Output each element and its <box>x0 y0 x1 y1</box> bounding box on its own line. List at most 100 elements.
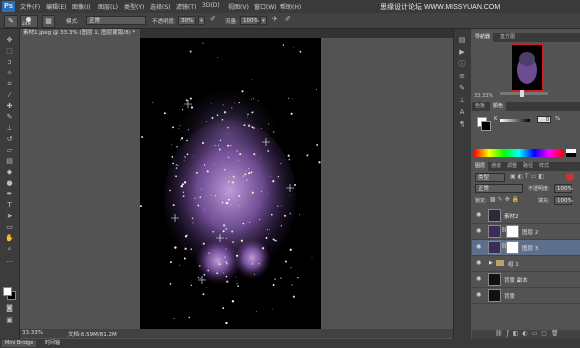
tab-layers[interactable]: 图层 <box>472 162 489 171</box>
layer-mask-thumbnail[interactable] <box>506 241 519 254</box>
tab-color[interactable]: 颜色 <box>490 102 507 111</box>
more-tools-icon[interactable]: … <box>4 256 15 265</box>
navigator-preview[interactable] <box>511 44 543 91</box>
opacity-dropdown-icon[interactable]: ▾ <box>198 16 205 25</box>
lock-icons[interactable]: ▩✎✥🔒 <box>490 196 521 203</box>
navigator-slider-handle[interactable] <box>520 90 524 97</box>
tab-channels[interactable]: 通道 <box>488 162 504 171</box>
info-panel-icon[interactable]: ⓘ <box>457 60 467 68</box>
layer-visibility-eye-icon[interactable]: ◉ <box>476 260 482 266</box>
flow-input[interactable]: 100% <box>240 16 259 25</box>
healing-brush-tool-icon[interactable]: ✚ <box>4 102 15 111</box>
zoom-tool-icon[interactable]: ⌕ <box>4 245 15 254</box>
gradient-tool-icon[interactable]: ▤ <box>4 157 15 166</box>
blur-tool-icon[interactable]: ◆ <box>4 168 15 177</box>
filter-toggle-icon[interactable] <box>566 173 574 181</box>
menu-item-7[interactable]: 3D(D) <box>202 2 220 9</box>
hand-tool-icon[interactable]: ✋ <box>4 234 15 243</box>
menu-item-9[interactable]: 窗口(W) <box>254 2 277 11</box>
document-tab[interactable]: 素材1.jpeg @ 33.3% (图层 1, 图层蒙版/8) * <box>20 29 140 38</box>
tab-paths[interactable]: 路径 <box>520 162 536 171</box>
color-k-input[interactable]: 0 <box>537 116 551 123</box>
lasso-tool-icon[interactable]: ↄ <box>4 58 15 67</box>
layer-thumbnail[interactable] <box>488 241 501 254</box>
layer-blend-mode-select[interactable]: 正常 <box>475 184 523 193</box>
layer-opacity-input[interactable]: 100% <box>554 184 573 193</box>
black-ramp-swatch[interactable] <box>566 153 576 157</box>
timeline-tab[interactable]: 时间轴 <box>42 340 63 347</box>
layer-mask-thumbnail[interactable] <box>506 225 519 238</box>
tab-styles[interactable]: 样式 <box>536 162 552 171</box>
quick-select-tool-icon[interactable]: ✧ <box>4 69 15 78</box>
document-size-info[interactable]: 文档:6.59M/81.2M <box>68 330 117 338</box>
group-expand-arrow-icon[interactable]: ▶ <box>489 260 493 266</box>
screen-mode-icon[interactable]: ▣ <box>4 316 15 325</box>
menu-item-0[interactable]: 文件(F) <box>20 2 40 11</box>
navigator-zoom[interactable]: 33.33% <box>474 93 493 99</box>
pressure-size-icon[interactable]: ✐ <box>285 15 293 25</box>
menu-item-2[interactable]: 图像(I) <box>72 2 90 11</box>
flow-dropdown-icon[interactable]: ▾ <box>260 16 267 25</box>
brush-tool-icon[interactable]: ✎ <box>4 113 15 122</box>
actions-panel-icon[interactable]: ▶ <box>457 48 467 56</box>
brush-panel-icon[interactable]: ✎ <box>457 84 467 92</box>
menu-item-6[interactable]: 滤镜(T) <box>176 2 196 11</box>
menu-item-8[interactable]: 视图(V) <box>228 2 249 11</box>
type-tool-icon[interactable]: T <box>4 201 15 210</box>
mini-bridge-tab[interactable]: Mini Bridge <box>2 340 37 347</box>
color-background-swatch[interactable] <box>481 121 491 131</box>
history-panel-icon[interactable]: ▤ <box>457 36 467 44</box>
airbrush-icon[interactable]: ✈ <box>272 15 280 25</box>
shape-tool-icon[interactable]: ▭ <box>4 223 15 232</box>
pen-tool-icon[interactable]: ✒ <box>4 190 15 199</box>
layer-fill-input[interactable]: 100% <box>554 196 573 205</box>
layer-visibility-eye-icon[interactable]: ◉ <box>476 244 482 250</box>
mode-select[interactable]: 正常 <box>86 16 146 25</box>
layer-filter-select[interactable]: 类型 <box>475 173 505 182</box>
navigator-zoom-slider[interactable] <box>500 92 548 95</box>
layer-filter-icons[interactable]: ▣◐T▭◧ <box>510 173 546 180</box>
color-spectrum-ramp[interactable] <box>474 149 564 157</box>
zoom-level[interactable]: 33.33% <box>22 330 43 336</box>
layer-visibility-eye-icon[interactable]: ◉ <box>476 276 482 282</box>
clone-stamp-tool-icon[interactable]: ⊥ <box>4 124 15 133</box>
dodge-tool-icon[interactable]: ● <box>4 179 15 188</box>
document-canvas[interactable] <box>140 38 321 329</box>
quick-mask-icon[interactable]: ◙ <box>4 304 15 313</box>
tab-histogram[interactable]: 直方图 <box>497 33 518 42</box>
brush-panel-toggle-icon[interactable]: ▦ <box>42 15 55 28</box>
menu-item-4[interactable]: 类型(Y) <box>124 2 144 11</box>
paragraph-panel-icon[interactable]: ¶ <box>457 120 467 128</box>
character-panel-icon[interactable]: A <box>457 108 467 116</box>
layer-visibility-eye-icon[interactable]: ◉ <box>476 212 482 218</box>
crop-tool-icon[interactable]: ⌗ <box>4 80 15 89</box>
menu-item-10[interactable]: 帮助(H) <box>280 2 301 11</box>
layer-thumbnail[interactable] <box>488 225 501 238</box>
tab-navigator[interactable]: 导航器 <box>472 33 494 42</box>
layer-thumbnail[interactable] <box>488 289 501 302</box>
layer-thumbnail[interactable] <box>488 273 501 286</box>
menu-item-5[interactable]: 选择(S) <box>150 2 171 11</box>
layer-visibility-eye-icon[interactable]: ◉ <box>476 228 482 234</box>
clone-source-panel-icon[interactable]: ⊥ <box>457 96 467 104</box>
opacity-input[interactable]: 30% <box>178 16 196 25</box>
layers-footer-icons[interactable]: ⛓ƒ◧◐▭▢🗑 <box>495 330 563 337</box>
menu-item-3[interactable]: 图层(L) <box>98 2 118 11</box>
tab-swatches[interactable]: 色板 <box>472 102 488 111</box>
history-brush-tool-icon[interactable]: ↺ <box>4 135 15 144</box>
menu-item-1[interactable]: 编辑(E) <box>46 2 66 11</box>
layer-thumbnail[interactable] <box>488 209 501 222</box>
brush-tool-icon[interactable]: ✎ <box>4 15 18 28</box>
eraser-tool-icon[interactable]: ▱ <box>4 146 15 155</box>
foreground-color-swatch[interactable] <box>3 287 12 296</box>
move-tool-icon[interactable]: ✥ <box>4 36 15 45</box>
color-k-slider[interactable] <box>500 119 530 122</box>
properties-panel-icon[interactable]: ≡ <box>457 72 467 80</box>
layer-visibility-eye-icon[interactable]: ◉ <box>476 292 482 298</box>
path-selection-tool-icon[interactable]: ➤ <box>4 212 15 221</box>
eyedropper-tool-icon[interactable]: ⁄ <box>4 91 15 100</box>
marquee-tool-icon[interactable]: ⬚ <box>4 47 15 56</box>
tab-adjustments[interactable]: 调整 <box>504 162 520 171</box>
brush-preset-picker[interactable]: 249 <box>20 15 38 28</box>
pressure-opacity-icon[interactable]: ✐ <box>210 15 218 25</box>
